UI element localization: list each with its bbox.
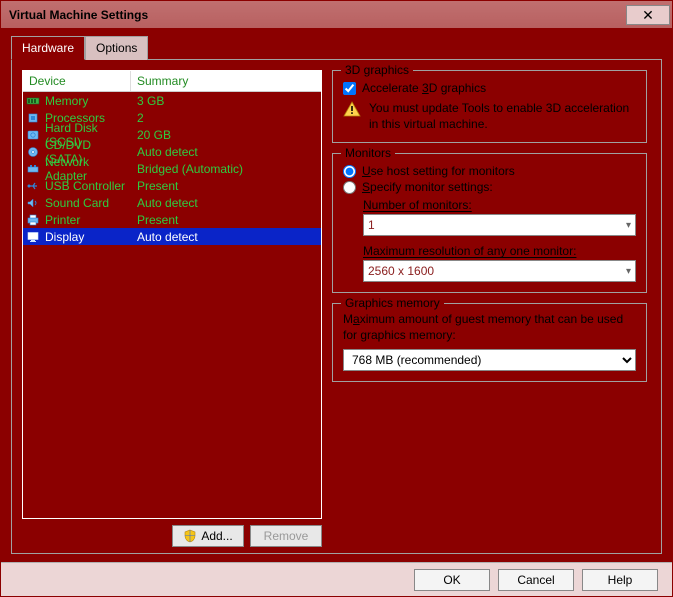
gmem-label: Maximum amount of guest memory that can … — [343, 312, 636, 343]
right-pane: 3D graphics Accelerate 3D graphics You m… — [332, 70, 651, 547]
tabs: Hardware Options — [11, 36, 662, 60]
hdd-icon — [23, 129, 43, 141]
device-table: Device Summary Memory3 GBProcessors2Hard… — [22, 70, 322, 519]
legend-3d: 3D graphics — [341, 63, 413, 77]
shield-icon — [183, 529, 197, 543]
device-row-memory[interactable]: Memory3 GB — [23, 92, 321, 109]
device-summary: Present — [131, 213, 321, 227]
radio-specify-label: Specify monitor settings: — [362, 180, 493, 194]
chevron-down-icon: ▾ — [626, 220, 631, 231]
device-row-usb[interactable]: USB ControllerPresent — [23, 177, 321, 194]
chevron-down-icon: ▾ — [626, 266, 631, 277]
display-icon — [23, 231, 43, 243]
num-monitors-label: Number of monitors: — [363, 198, 636, 212]
add-label: Add... — [201, 529, 232, 543]
bottom-bar: OK Cancel Help — [1, 562, 672, 596]
close-button[interactable]: ✕ — [626, 5, 670, 25]
usb-icon — [23, 180, 43, 192]
printer-icon — [23, 214, 43, 226]
left-pane: Device Summary Memory3 GBProcessors2Hard… — [22, 70, 322, 547]
accelerate-3d-input[interactable] — [343, 82, 356, 95]
cancel-button[interactable]: Cancel — [498, 569, 574, 591]
sound-icon — [23, 197, 43, 209]
warning-row: You must update Tools to enable 3D accel… — [343, 101, 636, 132]
num-monitors-select[interactable]: 1 ▾ — [363, 214, 636, 236]
radio-use-host-label: Use host setting for monitors — [362, 164, 515, 178]
device-buttons: Add... Remove — [22, 525, 322, 547]
tab-hardware[interactable]: Hardware — [11, 36, 85, 60]
group-3d-graphics: 3D graphics Accelerate 3D graphics You m… — [332, 70, 647, 143]
radio-specify-input[interactable] — [343, 181, 356, 194]
device-name: Memory — [43, 94, 131, 108]
table-header: Device Summary — [23, 71, 321, 92]
add-button[interactable]: Add... — [172, 525, 244, 547]
remove-button: Remove — [250, 525, 322, 547]
settings-window: Virtual Machine Settings ✕ Hardware Opti… — [0, 0, 673, 597]
device-summary: Present — [131, 179, 321, 193]
titlebar: Virtual Machine Settings ✕ — [1, 1, 672, 29]
help-button[interactable]: Help — [582, 569, 658, 591]
group-graphics-memory: Graphics memory Maximum amount of guest … — [332, 303, 647, 382]
device-summary: Bridged (Automatic) — [131, 162, 321, 176]
ok-button[interactable]: OK — [414, 569, 490, 591]
radio-use-host-input[interactable] — [343, 165, 356, 178]
num-monitors-value: 1 — [368, 218, 375, 232]
cpu-icon — [23, 112, 43, 124]
window-title: Virtual Machine Settings — [9, 8, 148, 22]
col-device: Device — [23, 71, 131, 91]
device-summary: Auto detect — [131, 145, 321, 159]
device-row-printer[interactable]: PrinterPresent — [23, 211, 321, 228]
device-summary: 3 GB — [131, 94, 321, 108]
device-summary: Auto detect — [131, 196, 321, 210]
radio-use-host[interactable]: Use host setting for monitors — [343, 164, 636, 178]
net-icon — [23, 163, 43, 175]
tab-options[interactable]: Options — [85, 36, 148, 60]
device-row-display[interactable]: DisplayAuto detect — [23, 228, 321, 245]
device-name: USB Controller — [43, 179, 131, 193]
group-monitors: Monitors Use host setting for monitors S… — [332, 153, 647, 293]
gmem-select[interactable]: 768 MB (recommended) — [343, 349, 636, 371]
warning-icon — [343, 101, 361, 117]
device-row-sound[interactable]: Sound CardAuto detect — [23, 194, 321, 211]
device-rows: Memory3 GBProcessors2Hard Disk (SCSI)20 … — [23, 92, 321, 245]
device-summary: Auto detect — [131, 230, 321, 244]
tab-body: Device Summary Memory3 GBProcessors2Hard… — [11, 59, 662, 554]
device-summary: 2 — [131, 111, 321, 125]
legend-monitors: Monitors — [341, 146, 395, 160]
device-summary: 20 GB — [131, 128, 321, 142]
max-res-select[interactable]: 2560 x 1600 ▾ — [363, 260, 636, 282]
max-res-value: 2560 x 1600 — [368, 264, 434, 278]
col-summary: Summary — [131, 71, 321, 91]
cd-icon — [23, 146, 43, 158]
device-name: Display — [43, 230, 131, 244]
max-res-label: Maximum resolution of any one monitor: — [363, 244, 636, 258]
accelerate-3d-label: Accelerate 3D graphics — [362, 81, 486, 95]
memory-icon — [23, 95, 43, 107]
content: Hardware Options Device Summary Memory3 … — [1, 29, 672, 562]
legend-gmem: Graphics memory — [341, 296, 444, 310]
warning-text: You must update Tools to enable 3D accel… — [369, 101, 636, 132]
accelerate-3d-checkbox[interactable]: Accelerate 3D graphics — [343, 81, 636, 95]
device-name: Printer — [43, 213, 131, 227]
device-row-net[interactable]: Network AdapterBridged (Automatic) — [23, 160, 321, 177]
monitor-settings-sub: Number of monitors: 1 ▾ Maximum resoluti… — [363, 198, 636, 282]
device-name: Sound Card — [43, 196, 131, 210]
radio-specify[interactable]: Specify monitor settings: — [343, 180, 636, 194]
